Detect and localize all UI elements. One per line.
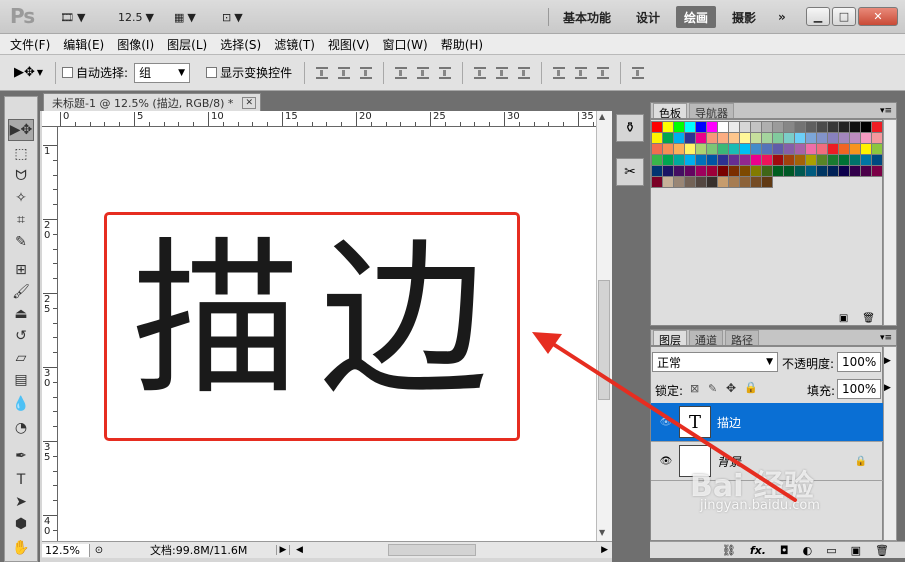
photoshop-window: { "app": { "logo": "Ps", "zoom_select": … bbox=[0, 0, 905, 562]
annotation-arrow bbox=[532, 332, 797, 502]
